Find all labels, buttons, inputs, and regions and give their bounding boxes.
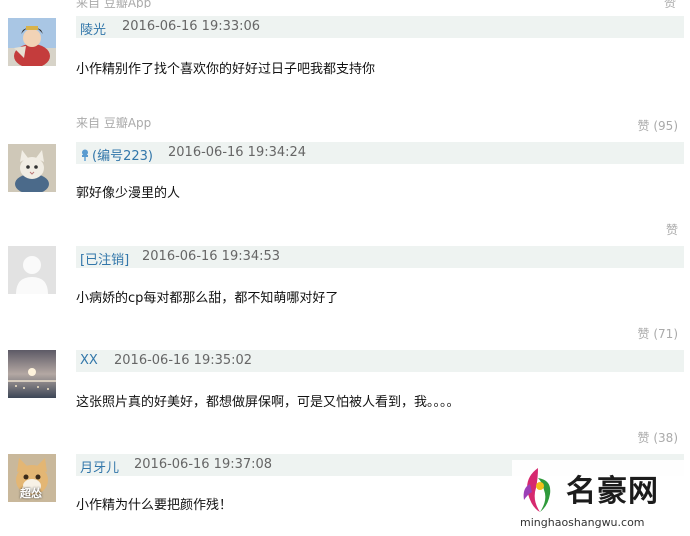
avatar[interactable] <box>8 350 56 398</box>
comment-text: 郭好像少漫里的人 <box>76 186 181 201</box>
comment-header: [已注销] 2016-06-16 19:34:53 <box>76 246 684 268</box>
comment-text: 这张照片真的好美好，都想做屏保啊，可是又怕被人看到，我。。。。 <box>76 395 460 410</box>
user-name[interactable]: [已注销] <box>80 249 129 268</box>
user-name[interactable]: XX <box>80 353 98 368</box>
comment-source: 来自 豆瓣App <box>76 0 152 8</box>
watermark-url: minghaoshangwu.com <box>520 516 645 529</box>
comment-header: XX 2016-06-16 19:35:02 <box>76 350 684 372</box>
watermark-logo-icon <box>518 464 560 514</box>
user-badge-icon <box>80 149 90 161</box>
site-watermark: 名豪网 minghaoshangwu.com <box>512 460 688 534</box>
avatar[interactable]: 超怂 <box>8 454 56 502</box>
previous-comment-footer: 来自 豆瓣App 赞 <box>0 0 690 8</box>
like-button[interactable]: 赞 (38) <box>638 429 678 446</box>
user-name[interactable]: 陵光 <box>80 19 106 38</box>
comment-time: 2016-06-16 19:34:53 <box>142 249 281 264</box>
avatar[interactable] <box>8 246 56 294</box>
avatar[interactable] <box>8 18 56 66</box>
comment-text: 小作精别作了找个喜欢你的好好过日子吧我都支持你 <box>76 62 376 77</box>
comment-time: 2016-06-16 19:34:24 <box>168 145 307 160</box>
comment-item: XX 2016-06-16 19:35:02 这张照片真的好美好，都想做屏保啊，… <box>0 348 690 448</box>
like-button[interactable]: 赞 <box>664 0 676 8</box>
comment-header: (编号223) 2016-06-16 19:34:24 <box>76 142 684 164</box>
comment-time: 2016-06-16 19:37:08 <box>134 457 273 472</box>
avatar[interactable] <box>8 144 56 192</box>
like-button[interactable]: 赞 <box>666 221 678 238</box>
comment-time: 2016-06-16 19:35:02 <box>114 353 253 368</box>
comment-text: 小作精为什么要把颜作残！ <box>76 498 233 513</box>
comment-item: (编号223) 2016-06-16 19:34:24 郭好像少漫里的人 赞 <box>0 140 690 240</box>
comment-item: 陵光 2016-06-16 19:33:06 小作精别作了找个喜欢你的好好过日子… <box>0 14 690 136</box>
watermark-name: 名豪网 <box>566 474 659 509</box>
user-name-label: (编号223) <box>92 149 153 164</box>
like-button[interactable]: 赞 (95) <box>638 117 678 134</box>
avatar-caption: 超怂 <box>20 487 42 500</box>
comment-text: 小病娇的cp每对都那么甜，都不知萌哪对好了 <box>76 291 339 306</box>
comment-header: 陵光 2016-06-16 19:33:06 <box>76 16 684 38</box>
comment-time: 2016-06-16 19:33:06 <box>122 19 261 34</box>
like-button[interactable]: 赞 (71) <box>638 325 678 342</box>
user-name[interactable]: 月牙儿 <box>80 457 119 476</box>
comment-item: [已注销] 2016-06-16 19:34:53 小病娇的cp每对都那么甜，都… <box>0 244 690 346</box>
comment-source: 来自 豆瓣App <box>76 116 152 130</box>
user-name[interactable]: (编号223) <box>80 145 153 164</box>
